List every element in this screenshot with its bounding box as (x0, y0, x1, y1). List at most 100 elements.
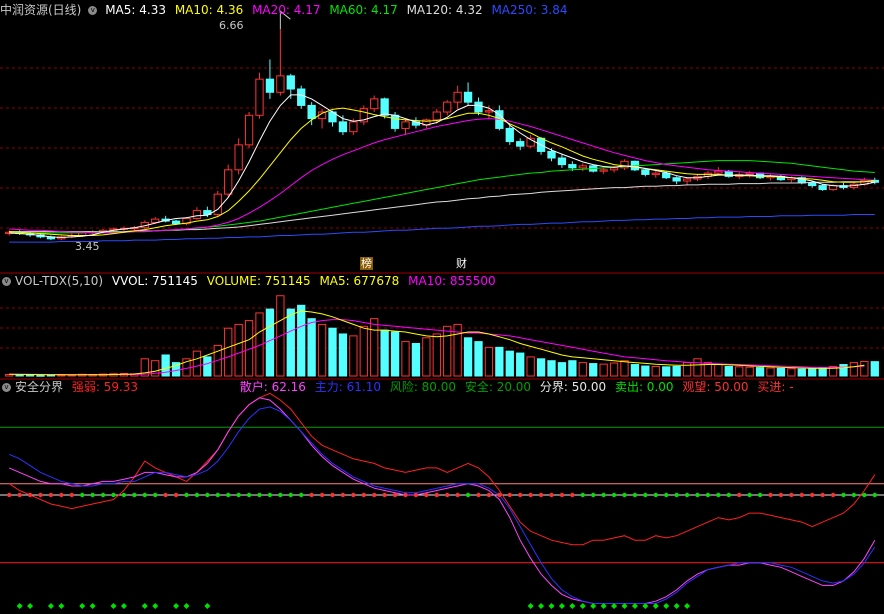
volume-bar (401, 341, 410, 377)
strength-label: 强弱: 59.33 (71, 380, 139, 394)
signal-dot (643, 492, 648, 498)
event-tag-1[interactable]: 榜 (360, 257, 373, 270)
buy-signal-marker (58, 603, 65, 609)
volume-bar (203, 356, 212, 377)
signal-dot (591, 492, 596, 498)
volume-bar (547, 360, 556, 377)
volume-bar (286, 308, 295, 377)
signal-dot (80, 492, 85, 498)
settings-icon[interactable]: v (88, 6, 98, 15)
volume-bar (745, 366, 754, 377)
signal-dot (7, 492, 12, 498)
volume-bar (474, 341, 483, 377)
signal-dot (392, 492, 398, 498)
candle-body (808, 182, 817, 187)
volume-label: VOLUME: 751145 (206, 274, 311, 288)
signal-dot (570, 492, 575, 498)
volume-bar (787, 368, 796, 377)
ind-title: 安全分界 (15, 380, 64, 394)
candle-body (714, 170, 723, 174)
volume-bar (338, 333, 348, 377)
candle-body (547, 150, 556, 159)
volume-bar (568, 360, 577, 377)
signal-dot (872, 492, 877, 498)
signal-dot (111, 492, 116, 498)
signal-dot (851, 492, 857, 498)
signal-dot (382, 492, 387, 498)
ma5-label: MA5: 4.33 (105, 3, 166, 17)
candle-body (484, 110, 494, 113)
price-chart[interactable] (0, 0, 884, 270)
candle-body (474, 101, 483, 113)
retail-line (9, 397, 876, 604)
candle-body (297, 88, 306, 106)
signal-dot (768, 492, 773, 498)
signal-dot (465, 492, 471, 498)
candle-body (651, 172, 660, 175)
indicator-chart[interactable] (0, 378, 884, 614)
signal-dot (153, 492, 158, 498)
candle-body (370, 98, 379, 110)
event-tag-2[interactable]: 财 (456, 257, 467, 270)
candle-body (578, 165, 587, 169)
signal-dot (205, 492, 210, 498)
signal-dot (476, 492, 481, 498)
candle-body (244, 114, 254, 146)
signal-dot (518, 492, 523, 498)
signal-dot (841, 492, 846, 498)
signal-dot (695, 492, 700, 498)
candle-body (349, 121, 358, 133)
signal-dot (601, 492, 606, 498)
buy-signal-marker (47, 603, 54, 609)
volume-bar (609, 362, 619, 377)
signal-dot (226, 492, 231, 498)
candle-body (443, 101, 452, 113)
candle-body (286, 75, 295, 90)
signal-dot (653, 492, 658, 498)
signal-dot (215, 492, 220, 498)
buy-signal-marker (79, 603, 86, 609)
sell-label: 卖出: 0.00 (614, 380, 674, 394)
strength-line (8, 392, 876, 546)
volume-bar (463, 337, 473, 377)
signal-dot (810, 492, 815, 498)
buy-signal-marker (684, 603, 691, 609)
buy-signal-marker (16, 603, 23, 609)
volume-legend: v VOL-TDX(5,10) VVOL: 751145 VOLUME: 7511… (0, 272, 501, 290)
candle-body (568, 164, 577, 169)
candle-body (234, 144, 243, 171)
candle-body (453, 91, 462, 103)
buy-signal-marker (120, 603, 127, 609)
signal-dot (351, 492, 356, 498)
signal-dot (184, 492, 189, 498)
signal-dot (622, 492, 627, 498)
volume-bar (370, 318, 379, 377)
buy-signal-marker (558, 603, 565, 609)
signal-dot (830, 492, 836, 498)
candle-body (641, 169, 650, 175)
candle-body (682, 178, 692, 182)
volume-bar (495, 346, 504, 377)
settings-icon[interactable]: v (2, 383, 11, 392)
signal-dot (684, 492, 690, 498)
volume-bar (620, 360, 629, 377)
signal-dot (559, 492, 565, 498)
buy-label: 买进: - (757, 380, 794, 394)
candle-body (151, 218, 160, 223)
signal-dot (580, 492, 585, 498)
signal-dot (309, 492, 314, 498)
settings-icon[interactable]: v (2, 277, 11, 286)
signal-dot (549, 492, 554, 498)
volume-bar (359, 325, 368, 377)
vol-ma5-label: MA5: 677678 (319, 274, 400, 288)
signal-dot (497, 492, 502, 498)
buy-signal-marker (663, 603, 670, 609)
candle-body (213, 193, 222, 216)
volume-bar (860, 360, 869, 377)
volume-bar (484, 346, 494, 377)
volume-bar (516, 352, 525, 377)
signal-dot (69, 492, 74, 498)
buy-signal-marker (173, 603, 180, 609)
signal-dot (173, 492, 179, 498)
safe-label: 安全: 20.00 (464, 380, 532, 394)
